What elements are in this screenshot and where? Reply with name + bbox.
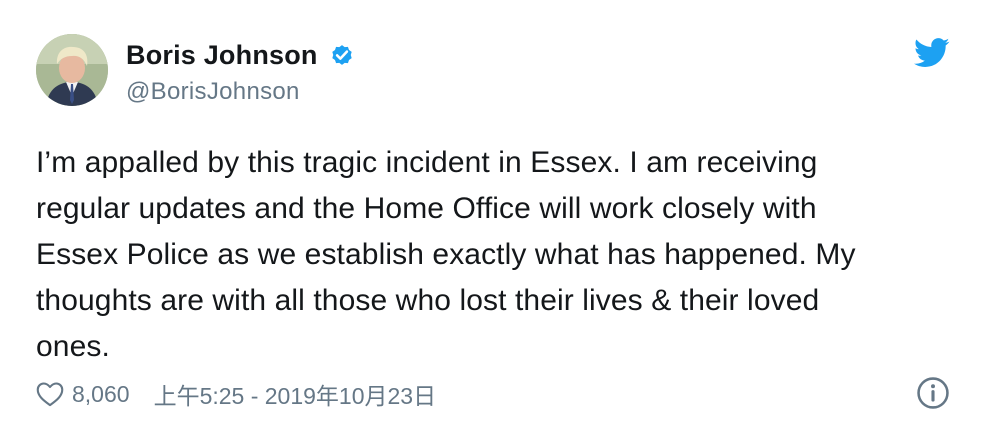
- verified-badge-icon: [331, 45, 352, 65]
- like-count[interactable]: 8,060: [72, 381, 130, 408]
- twitter-bird-icon[interactable]: [914, 38, 950, 68]
- display-name[interactable]: Boris Johnson: [126, 40, 318, 71]
- heart-icon[interactable]: [36, 381, 64, 407]
- tweet-footer: 8,060 上午5:25 - 2019年10月23日: [36, 378, 436, 410]
- author-handle[interactable]: @BorisJohnson: [126, 78, 300, 106]
- info-icon[interactable]: [916, 376, 950, 410]
- tweet-timestamp[interactable]: 上午5:25 - 2019年10月23日: [154, 377, 437, 411]
- tweet-card: Boris Johnson @BorisJohnson I’m appalled…: [0, 0, 988, 422]
- author-name-row: Boris Johnson: [126, 38, 356, 72]
- tweet-text: I’m appalled by this tragic incident in …: [36, 146, 856, 363]
- avatar[interactable]: [36, 34, 108, 106]
